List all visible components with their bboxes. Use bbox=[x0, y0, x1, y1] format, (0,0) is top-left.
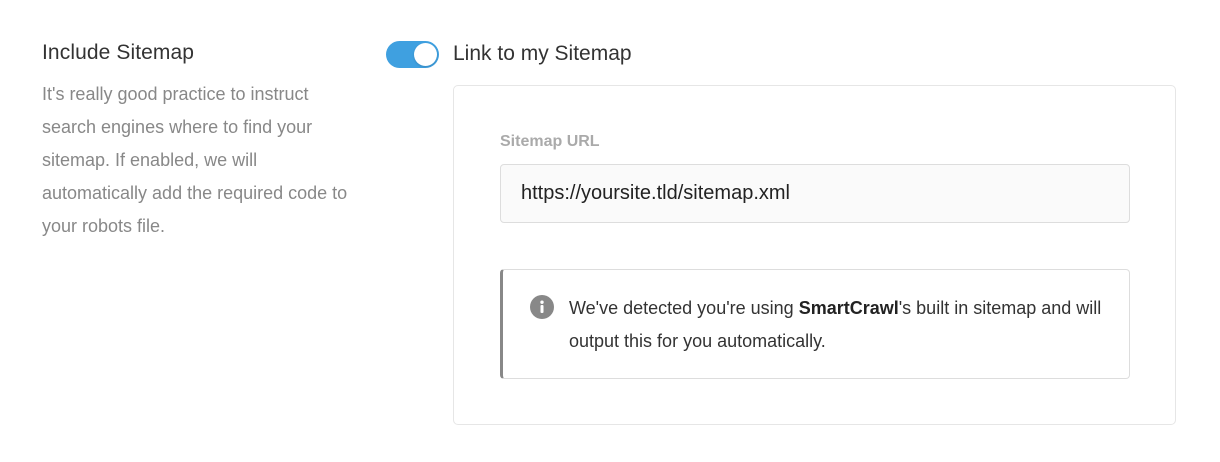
link-sitemap-toggle[interactable] bbox=[386, 40, 439, 68]
notice-brand: SmartCrawl bbox=[798, 298, 899, 318]
section-title: Include Sitemap bbox=[42, 41, 195, 64]
toggle-knob bbox=[414, 42, 437, 66]
info-icon bbox=[530, 295, 554, 319]
info-notice: We've detected you're using SmartCrawl's… bbox=[500, 269, 1130, 379]
sitemap-url-input[interactable] bbox=[500, 164, 1130, 223]
sitemap-settings-box: Sitemap URL We've detected you're using … bbox=[453, 85, 1176, 425]
notice-text: We've detected you're using SmartCrawl's… bbox=[569, 292, 1109, 358]
toggle-row: Link to my Sitemap bbox=[386, 38, 632, 70]
toggle-label[interactable]: Link to my Sitemap bbox=[453, 42, 632, 66]
section-description: It's really good practice to instruct se… bbox=[42, 84, 348, 236]
include-sitemap-setting-row: Include Sitemap It's really good practic… bbox=[0, 0, 1220, 462]
sitemap-url-label: Sitemap URL bbox=[500, 133, 600, 150]
setting-info: Include Sitemap It's really good practic… bbox=[42, 38, 352, 243]
notice-text-before: We've detected you're using bbox=[569, 298, 799, 318]
